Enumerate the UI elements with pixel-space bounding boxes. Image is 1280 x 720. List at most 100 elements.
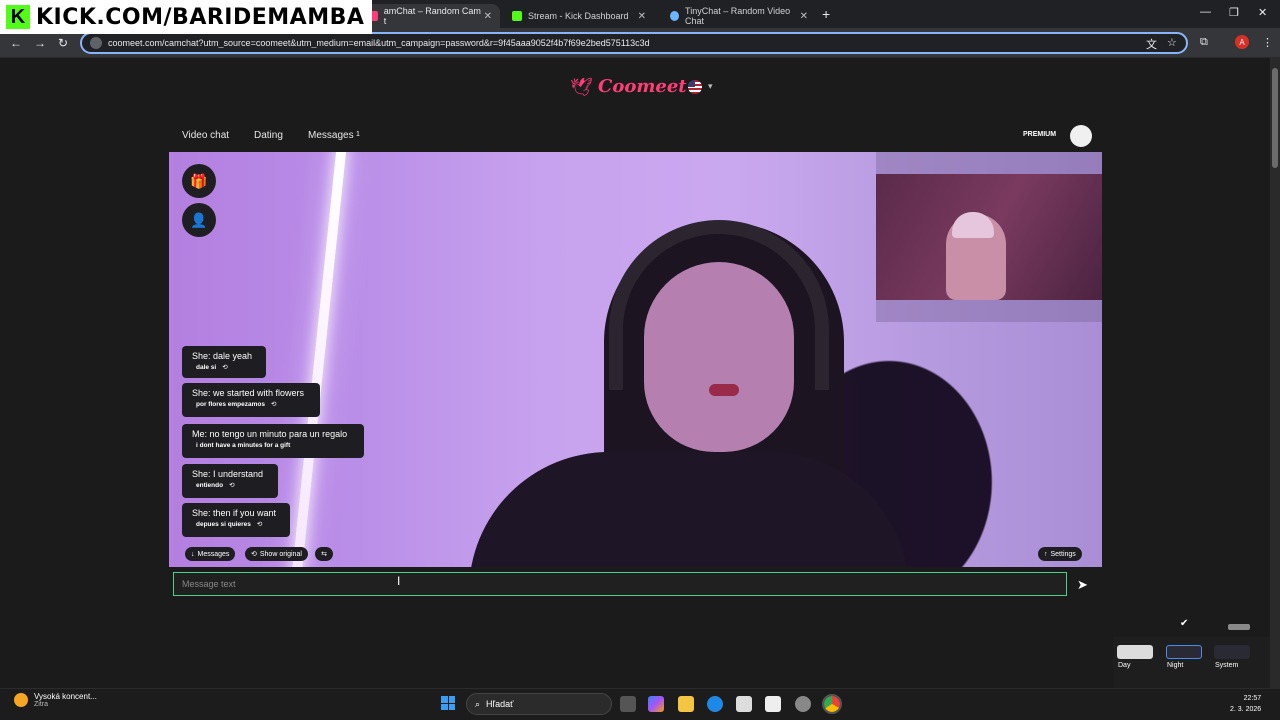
gift-icon[interactable]: 🎁 xyxy=(182,164,216,198)
tinychat-favicon-icon xyxy=(670,11,680,21)
close-icon[interactable]: ✕ xyxy=(638,11,646,22)
back-icon[interactable]: ← xyxy=(10,36,22,50)
brand-name: Coomeet xyxy=(598,76,687,97)
panel-handle[interactable] xyxy=(1228,624,1250,630)
tab-label: TinyChat – Random Video Chat xyxy=(685,6,791,26)
scrollbar-thumb[interactable] xyxy=(1272,68,1278,168)
search-icon: ⌕ xyxy=(475,698,481,709)
chat-message-text: She: dale yeah xyxy=(192,351,253,361)
translate-icon[interactable]: 文 xyxy=(1146,36,1157,52)
file-explorer-icon[interactable] xyxy=(678,696,694,712)
chat-message-text: Me: no tengo un minuto para un regalo xyxy=(192,429,348,439)
settings-button[interactable]: ↑ Settings xyxy=(1038,547,1082,561)
task-view-icon[interactable] xyxy=(620,696,636,712)
new-tab-icon[interactable]: + xyxy=(822,6,830,22)
watermark-text: KICK.COM/BARIDEMAMBA xyxy=(36,4,365,30)
kick-favicon-icon xyxy=(512,11,522,21)
chat-translation: depues si quieres xyxy=(196,521,251,528)
system-clock[interactable]: 22:57 2. 3. 2026 xyxy=(1230,693,1261,715)
taskbar-search-label: Hľadať xyxy=(486,699,514,709)
message-input[interactable]: Message text xyxy=(173,572,1067,596)
menu-kebab-icon[interactable]: ⋮ xyxy=(1262,36,1273,49)
chat-translation: entiendo xyxy=(196,482,224,489)
minimize-icon[interactable]: — xyxy=(1200,6,1211,18)
page-scrollbar[interactable] xyxy=(1270,58,1280,688)
chat-message: Me: no tengo un minuto para un regalo i … xyxy=(182,424,364,458)
url-field[interactable]: coomeet.com/camchat?utm_source=coomeet&u… xyxy=(80,32,1188,54)
extensions-icon[interactable]: ⧉ xyxy=(1200,36,1208,49)
weather-widget[interactable]: Vysoká koncent... Zitra xyxy=(14,692,97,708)
nav-dating[interactable]: Dating xyxy=(254,130,283,141)
self-view-video[interactable] xyxy=(876,174,1102,300)
tab-coomeet[interactable]: amChat – Random Cam t ✕ xyxy=(360,4,500,28)
site-info-icon[interactable] xyxy=(90,37,102,49)
chat-message-text: She: then if you want xyxy=(192,508,277,518)
chat-message: She: dale yeah dale si ⟲ xyxy=(182,346,266,378)
weather-icon xyxy=(14,693,28,707)
send-icon[interactable]: ➤ xyxy=(1077,577,1088,593)
close-icon[interactable]: ✕ xyxy=(484,11,492,22)
stream-watermark: K KICK.COM/BARIDEMAMBA xyxy=(0,0,372,34)
add-user-icon[interactable]: 👤 xyxy=(182,203,216,237)
premium-link[interactable]: PREMIUM xyxy=(1023,131,1056,138)
translate-icon: ⟲ xyxy=(251,551,257,558)
tab-label: Stream - Kick Dashboard xyxy=(528,11,629,21)
chat-message-text: She: I understand xyxy=(192,469,264,479)
chat-translation: i dont have a minutes for a gift xyxy=(196,442,291,449)
tab-label: amChat – Random Cam t xyxy=(383,6,481,26)
arrow-down-icon: ↓ xyxy=(191,550,195,558)
bookmark-star-icon[interactable]: ☆ xyxy=(1167,36,1177,49)
nav-video-chat[interactable]: Video chat xyxy=(182,130,229,141)
translate-toggle-icon[interactable]: ⟲ xyxy=(222,364,227,371)
messages-badge: 1 xyxy=(356,131,360,138)
taskbar-search[interactable]: ⌕ Hľadať xyxy=(466,693,612,715)
window-close-icon[interactable]: ✕ xyxy=(1258,6,1267,19)
tab-kick-dashboard[interactable]: Stream - Kick Dashboard ✕ xyxy=(504,4,654,28)
app-icon[interactable] xyxy=(765,696,781,712)
swap-icon[interactable]: ⇆ xyxy=(315,547,333,561)
messages-toggle-button[interactable]: ↓ Messages xyxy=(185,547,236,561)
url-text: coomeet.com/camchat?utm_source=coomeet&u… xyxy=(108,38,650,48)
clock-date: 2. 3. 2026 xyxy=(1230,706,1262,713)
theme-night-label: Night xyxy=(1167,662,1184,669)
chevron-down-icon[interactable]: ▾ xyxy=(708,81,713,92)
translate-toggle-icon[interactable]: ⟲ xyxy=(271,401,276,408)
user-avatar[interactable] xyxy=(1070,125,1092,147)
weather-title: Vysoká koncent... xyxy=(34,692,97,701)
reload-icon[interactable]: ↻ xyxy=(58,36,68,50)
chat-message: She: I understand entiendo ⟲ xyxy=(182,464,278,498)
chat-translation: por flores empezamos xyxy=(196,401,265,408)
translate-toggle-icon[interactable]: ⟲ xyxy=(257,521,262,528)
theme-system-label: System xyxy=(1215,662,1239,669)
copilot-icon[interactable] xyxy=(648,696,664,712)
translate-toggle-icon[interactable]: ⟲ xyxy=(229,482,234,489)
theme-system-option[interactable] xyxy=(1214,645,1250,659)
clock-time: 22:57 xyxy=(1243,695,1262,702)
chat-translation: dale si xyxy=(196,364,217,371)
bird-logo-icon: 🕊 xyxy=(570,76,593,97)
tab-tinychat[interactable]: TinyChat – Random Video Chat ✕ xyxy=(662,4,816,28)
text-cursor-icon: I xyxy=(397,574,401,588)
arrow-up-icon: ↑ xyxy=(1044,550,1048,558)
steam-icon[interactable] xyxy=(795,696,811,712)
theme-day-option[interactable] xyxy=(1117,645,1153,659)
weather-sub: Zitra xyxy=(34,701,48,708)
taskbar xyxy=(0,688,1280,720)
windows-start-icon[interactable] xyxy=(441,696,455,710)
forward-icon[interactable]: → xyxy=(34,36,46,50)
chat-message-text: She: we started with flowers xyxy=(192,388,305,398)
nav-messages[interactable]: Messages xyxy=(308,130,354,141)
profile-avatar[interactable]: A xyxy=(1235,35,1249,49)
maximize-icon[interactable]: ❐ xyxy=(1229,6,1239,19)
check-icon[interactable]: ✔ xyxy=(1180,618,1188,629)
message-placeholder: Message text xyxy=(182,579,236,589)
edge-icon[interactable] xyxy=(707,696,723,712)
show-original-button[interactable]: ⟲ Show original xyxy=(245,547,308,561)
settings-label: Settings xyxy=(1050,550,1076,558)
close-icon[interactable]: ✕ xyxy=(800,11,808,22)
brand-logo[interactable]: 🕊 Coomeet xyxy=(570,76,687,97)
chrome-icon[interactable] xyxy=(822,694,842,714)
theme-night-option[interactable] xyxy=(1166,645,1202,659)
store-icon[interactable] xyxy=(736,696,752,712)
us-flag-icon[interactable] xyxy=(688,80,702,94)
